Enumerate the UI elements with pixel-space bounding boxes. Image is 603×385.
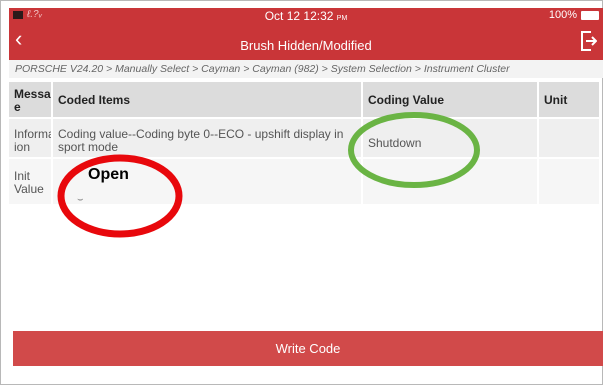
- green-annotation-circle: [348, 112, 480, 188]
- write-code-button[interactable]: Write Code: [13, 331, 603, 366]
- init-value-remnant: ⌣: [77, 194, 84, 205]
- annotation-overlay: ⌣: [57, 112, 480, 238]
- open-annotation-label: Open: [88, 166, 129, 183]
